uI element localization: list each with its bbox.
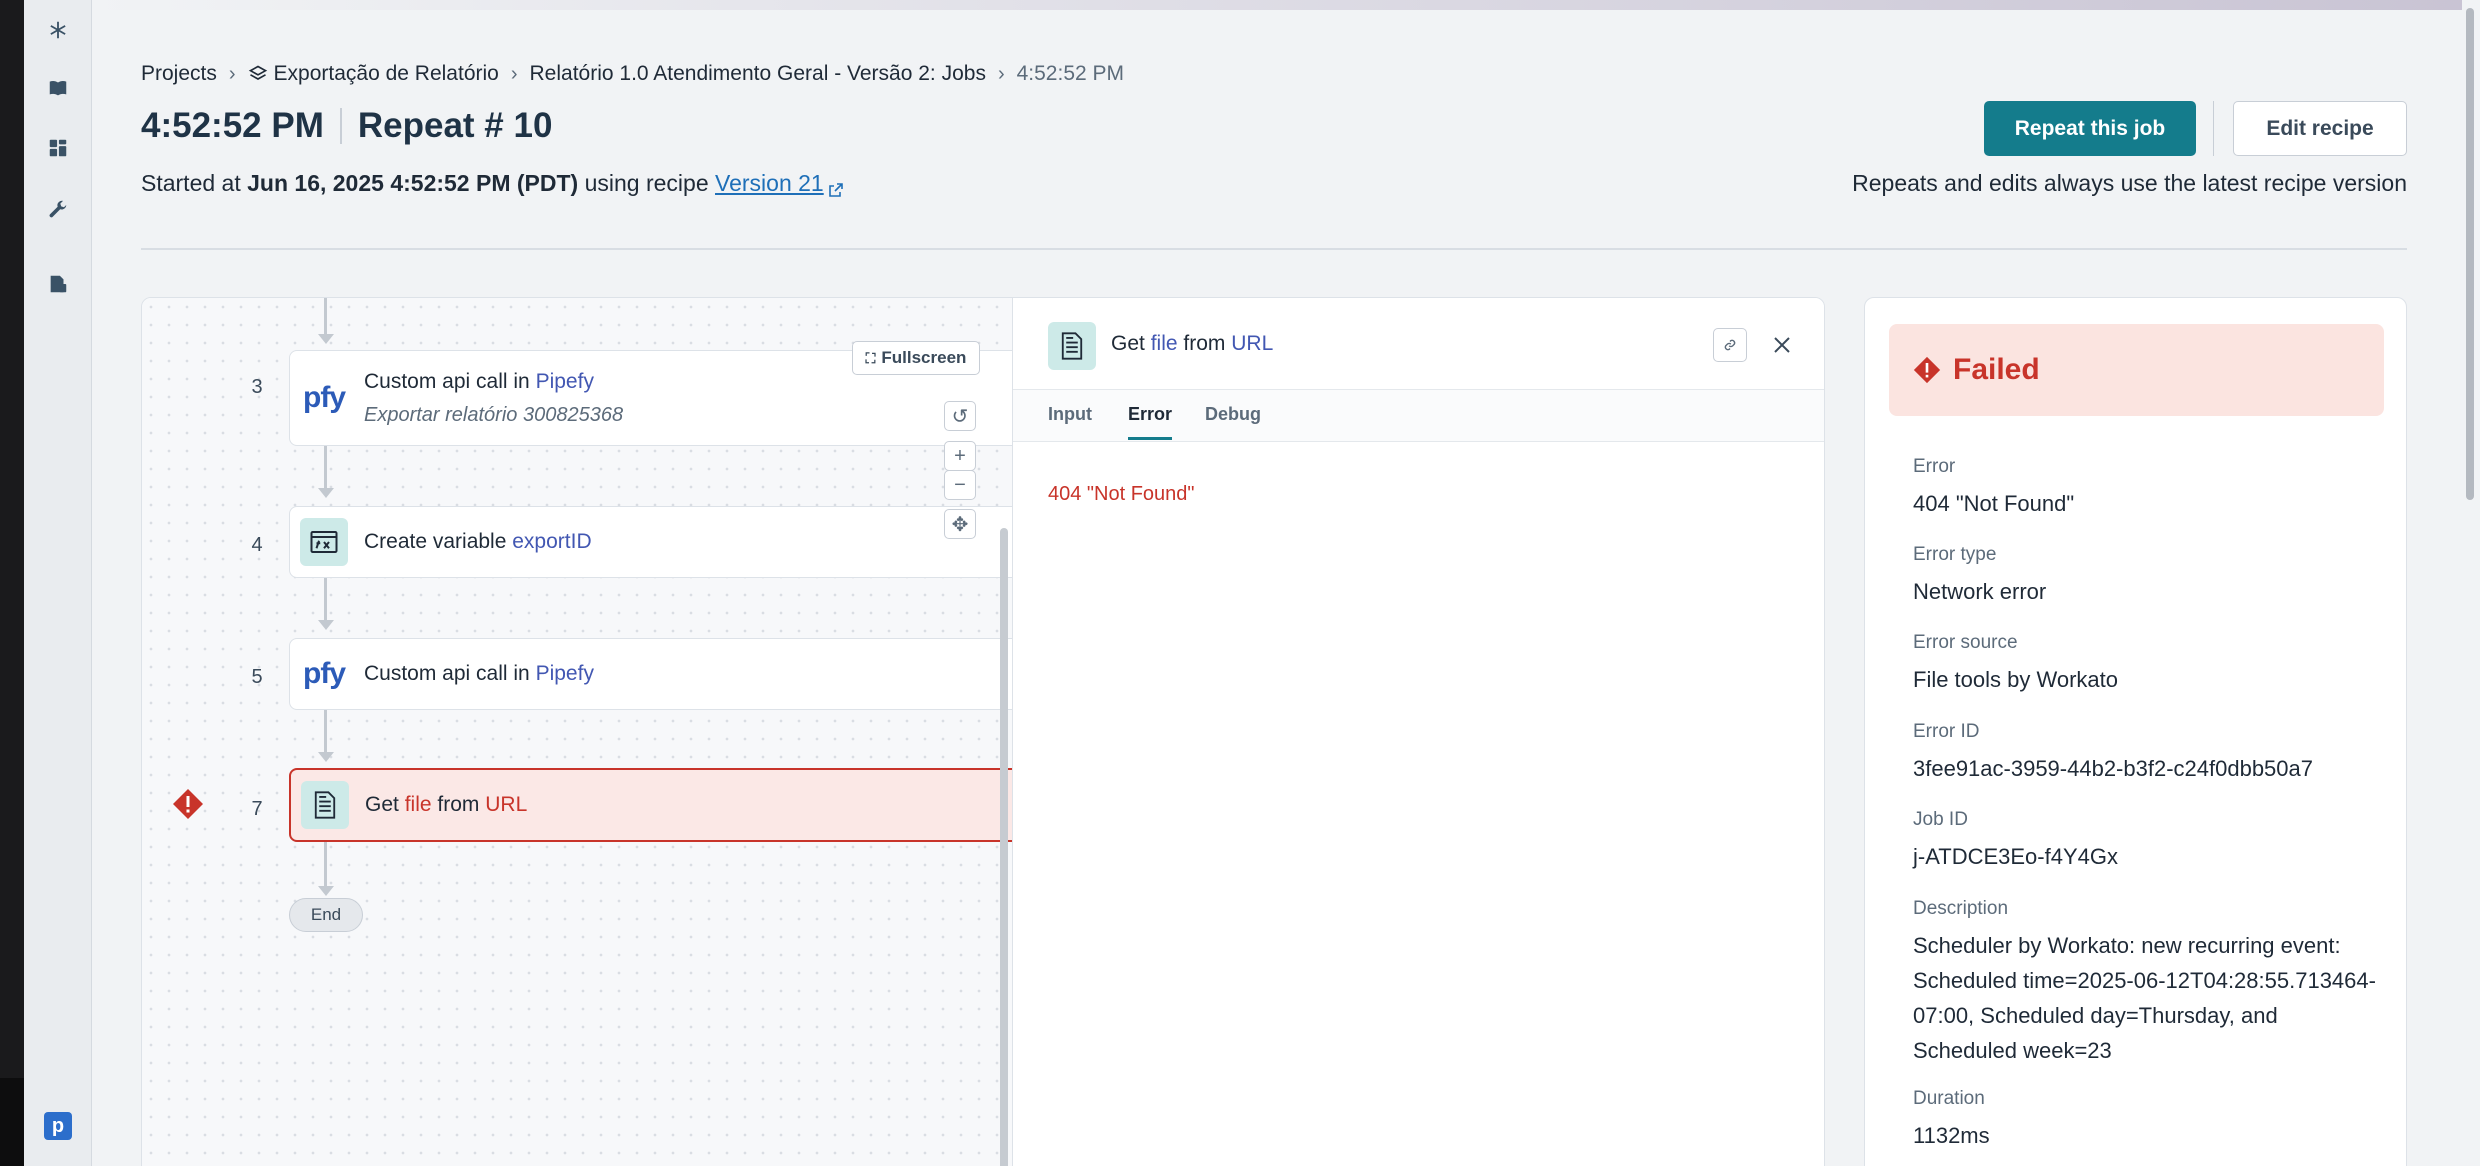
scrollbar-thumb[interactable] xyxy=(2466,8,2474,500)
chevron-right-icon: › xyxy=(228,62,236,85)
zoom-out-button[interactable]: − xyxy=(944,470,976,500)
job-time: 4:52:52 PM xyxy=(141,106,324,145)
status-label: Failed xyxy=(1953,353,2040,386)
connector-arrow xyxy=(318,488,334,498)
field-error-source: Error source File tools by Workato xyxy=(1913,632,2119,692)
step-label: Custom api call in Pipefy xyxy=(364,662,594,685)
repeat-job-button[interactable]: Repeat this job xyxy=(1984,101,2196,156)
alert-diamond-icon xyxy=(1913,356,1941,384)
snowflake-icon[interactable] xyxy=(44,16,72,44)
repeats-note: Repeats and edits always use the latest … xyxy=(1852,170,2407,196)
breadcrumb-recipe[interactable]: Relatório 1.0 Atendimento Geral - Versão… xyxy=(530,62,986,86)
step-number: 4 xyxy=(251,534,263,556)
variable-icon xyxy=(300,518,348,566)
connector-arrow xyxy=(318,334,334,344)
connector xyxy=(324,710,327,754)
page-scrollbar[interactable] xyxy=(2462,0,2480,1166)
started-info: Started at Jun 16, 2025 4:52:52 PM (PDT)… xyxy=(141,170,844,197)
step-number: 3 xyxy=(251,376,263,398)
connector-arrow xyxy=(318,620,334,630)
chevron-right-icon: › xyxy=(997,62,1005,85)
step-number: 7 xyxy=(251,798,263,820)
step-number: 5 xyxy=(251,666,263,688)
dashboard-icon[interactable] xyxy=(44,134,72,162)
button-divider xyxy=(2213,101,2214,156)
document-icon xyxy=(301,781,349,829)
page-title: 4:52:52 PM Repeat # 10 xyxy=(141,106,552,146)
field-error-type: Error type Network error xyxy=(1913,544,2047,604)
alert-diamond-icon xyxy=(173,789,203,819)
file-list-icon[interactable] xyxy=(44,270,72,298)
link-icon[interactable] xyxy=(1713,328,1747,362)
canvas-scrollbar[interactable] xyxy=(1000,528,1008,1166)
chevron-right-icon: › xyxy=(510,62,518,85)
document-icon xyxy=(1048,322,1096,370)
zoom-in-button[interactable]: + xyxy=(944,441,976,471)
step-subtitle: Exportar relatório 300825368 xyxy=(364,403,624,426)
step-5[interactable]: pfy Custom api call in Pipefy xyxy=(289,638,1012,710)
field-description: Description Scheduler by Workato: new re… xyxy=(1913,898,2376,1063)
step-7[interactable]: Get file from URL xyxy=(289,768,1012,842)
connector-arrow xyxy=(318,752,334,762)
version-link[interactable]: Version 21 xyxy=(715,170,824,196)
flow-canvas[interactable]: 3 pfy Custom api call in Pipefy Exportar… xyxy=(142,298,1012,1166)
step-label: Create variable exportID xyxy=(364,530,592,553)
title-divider xyxy=(339,108,342,144)
backdrop-lower xyxy=(0,1078,24,1166)
repeat-count: Repeat # 10 xyxy=(357,106,553,145)
end-node: End xyxy=(289,898,363,932)
header-divider xyxy=(141,248,2407,250)
started-prefix: Started at xyxy=(141,170,241,196)
fullscreen-button[interactable]: ⛶ Fullscreen xyxy=(852,341,980,375)
step-label: Get file from URL xyxy=(365,793,528,816)
backdrop xyxy=(0,0,24,1166)
edit-recipe-button[interactable]: Edit recipe xyxy=(2233,101,2407,156)
close-icon[interactable] xyxy=(1765,328,1799,362)
detail-tabs: Input Error Debug xyxy=(1013,390,1824,442)
field-job-id: Job ID j-ATDCE3Eo-f4Y4Gx xyxy=(1913,809,2118,869)
wrench-icon[interactable] xyxy=(44,196,72,224)
tab-debug[interactable]: Debug xyxy=(1205,404,1261,425)
connector xyxy=(324,298,327,338)
step-detail-pane: Get file from URL Input Error Debug 404 … xyxy=(1012,298,1824,1166)
job-status-panel: Failed Error 404 "Not Found" Error type … xyxy=(1864,297,2407,1166)
field-duration: Duration 1132ms xyxy=(1913,1088,1990,1148)
field-error: Error 404 "Not Found" xyxy=(1913,456,2075,516)
connector-arrow xyxy=(318,886,334,896)
using-recipe: using recipe xyxy=(584,170,709,196)
expand-icon: ⛶ xyxy=(865,349,876,366)
pipefy-badge-icon[interactable]: p xyxy=(44,1112,72,1140)
pipefy-logo: pfy xyxy=(303,657,346,690)
breadcrumb: Projects › Exportação de Relatório › Rel… xyxy=(141,62,1124,86)
tab-input[interactable]: Input xyxy=(1048,404,1092,425)
breadcrumb-projects[interactable]: Projects xyxy=(141,62,217,86)
tab-error[interactable]: Error xyxy=(1128,404,1173,440)
connector xyxy=(324,842,327,888)
top-accent-bar xyxy=(92,0,2462,10)
reset-icon[interactable]: ↺ xyxy=(944,401,976,431)
step-4[interactable]: Create variable exportID xyxy=(289,506,1012,578)
detail-header: Get file from URL xyxy=(1013,298,1824,390)
layers-icon xyxy=(248,64,268,84)
started-at: Jun 16, 2025 4:52:52 PM (PDT) xyxy=(247,170,579,196)
error-message: 404 "Not Found" xyxy=(1048,483,1195,505)
status-badge: Failed xyxy=(1889,324,2384,416)
external-link-icon[interactable] xyxy=(828,177,844,197)
pipefy-logo: pfy xyxy=(303,381,346,414)
job-page: Projects › Exportação de Relatório › Rel… xyxy=(92,0,2462,1166)
breadcrumb-project[interactable]: Exportação de Relatório xyxy=(274,62,499,86)
job-flow-card: 3 pfy Custom api call in Pipefy Exportar… xyxy=(141,297,1825,1166)
step-label: Custom api call in Pipefy Exportar relat… xyxy=(364,369,624,426)
connector xyxy=(324,446,327,490)
breadcrumb-current: 4:52:52 PM xyxy=(1016,62,1125,85)
fit-icon[interactable]: ✥ xyxy=(944,509,976,539)
field-error-id: Error ID 3fee91ac-3959-44b2-b3f2-c24f0db… xyxy=(1913,721,2313,781)
app-rail: p xyxy=(24,0,92,1166)
detail-title: Get file from URL xyxy=(1111,332,1274,355)
connector xyxy=(324,578,327,622)
book-icon[interactable] xyxy=(44,74,72,102)
